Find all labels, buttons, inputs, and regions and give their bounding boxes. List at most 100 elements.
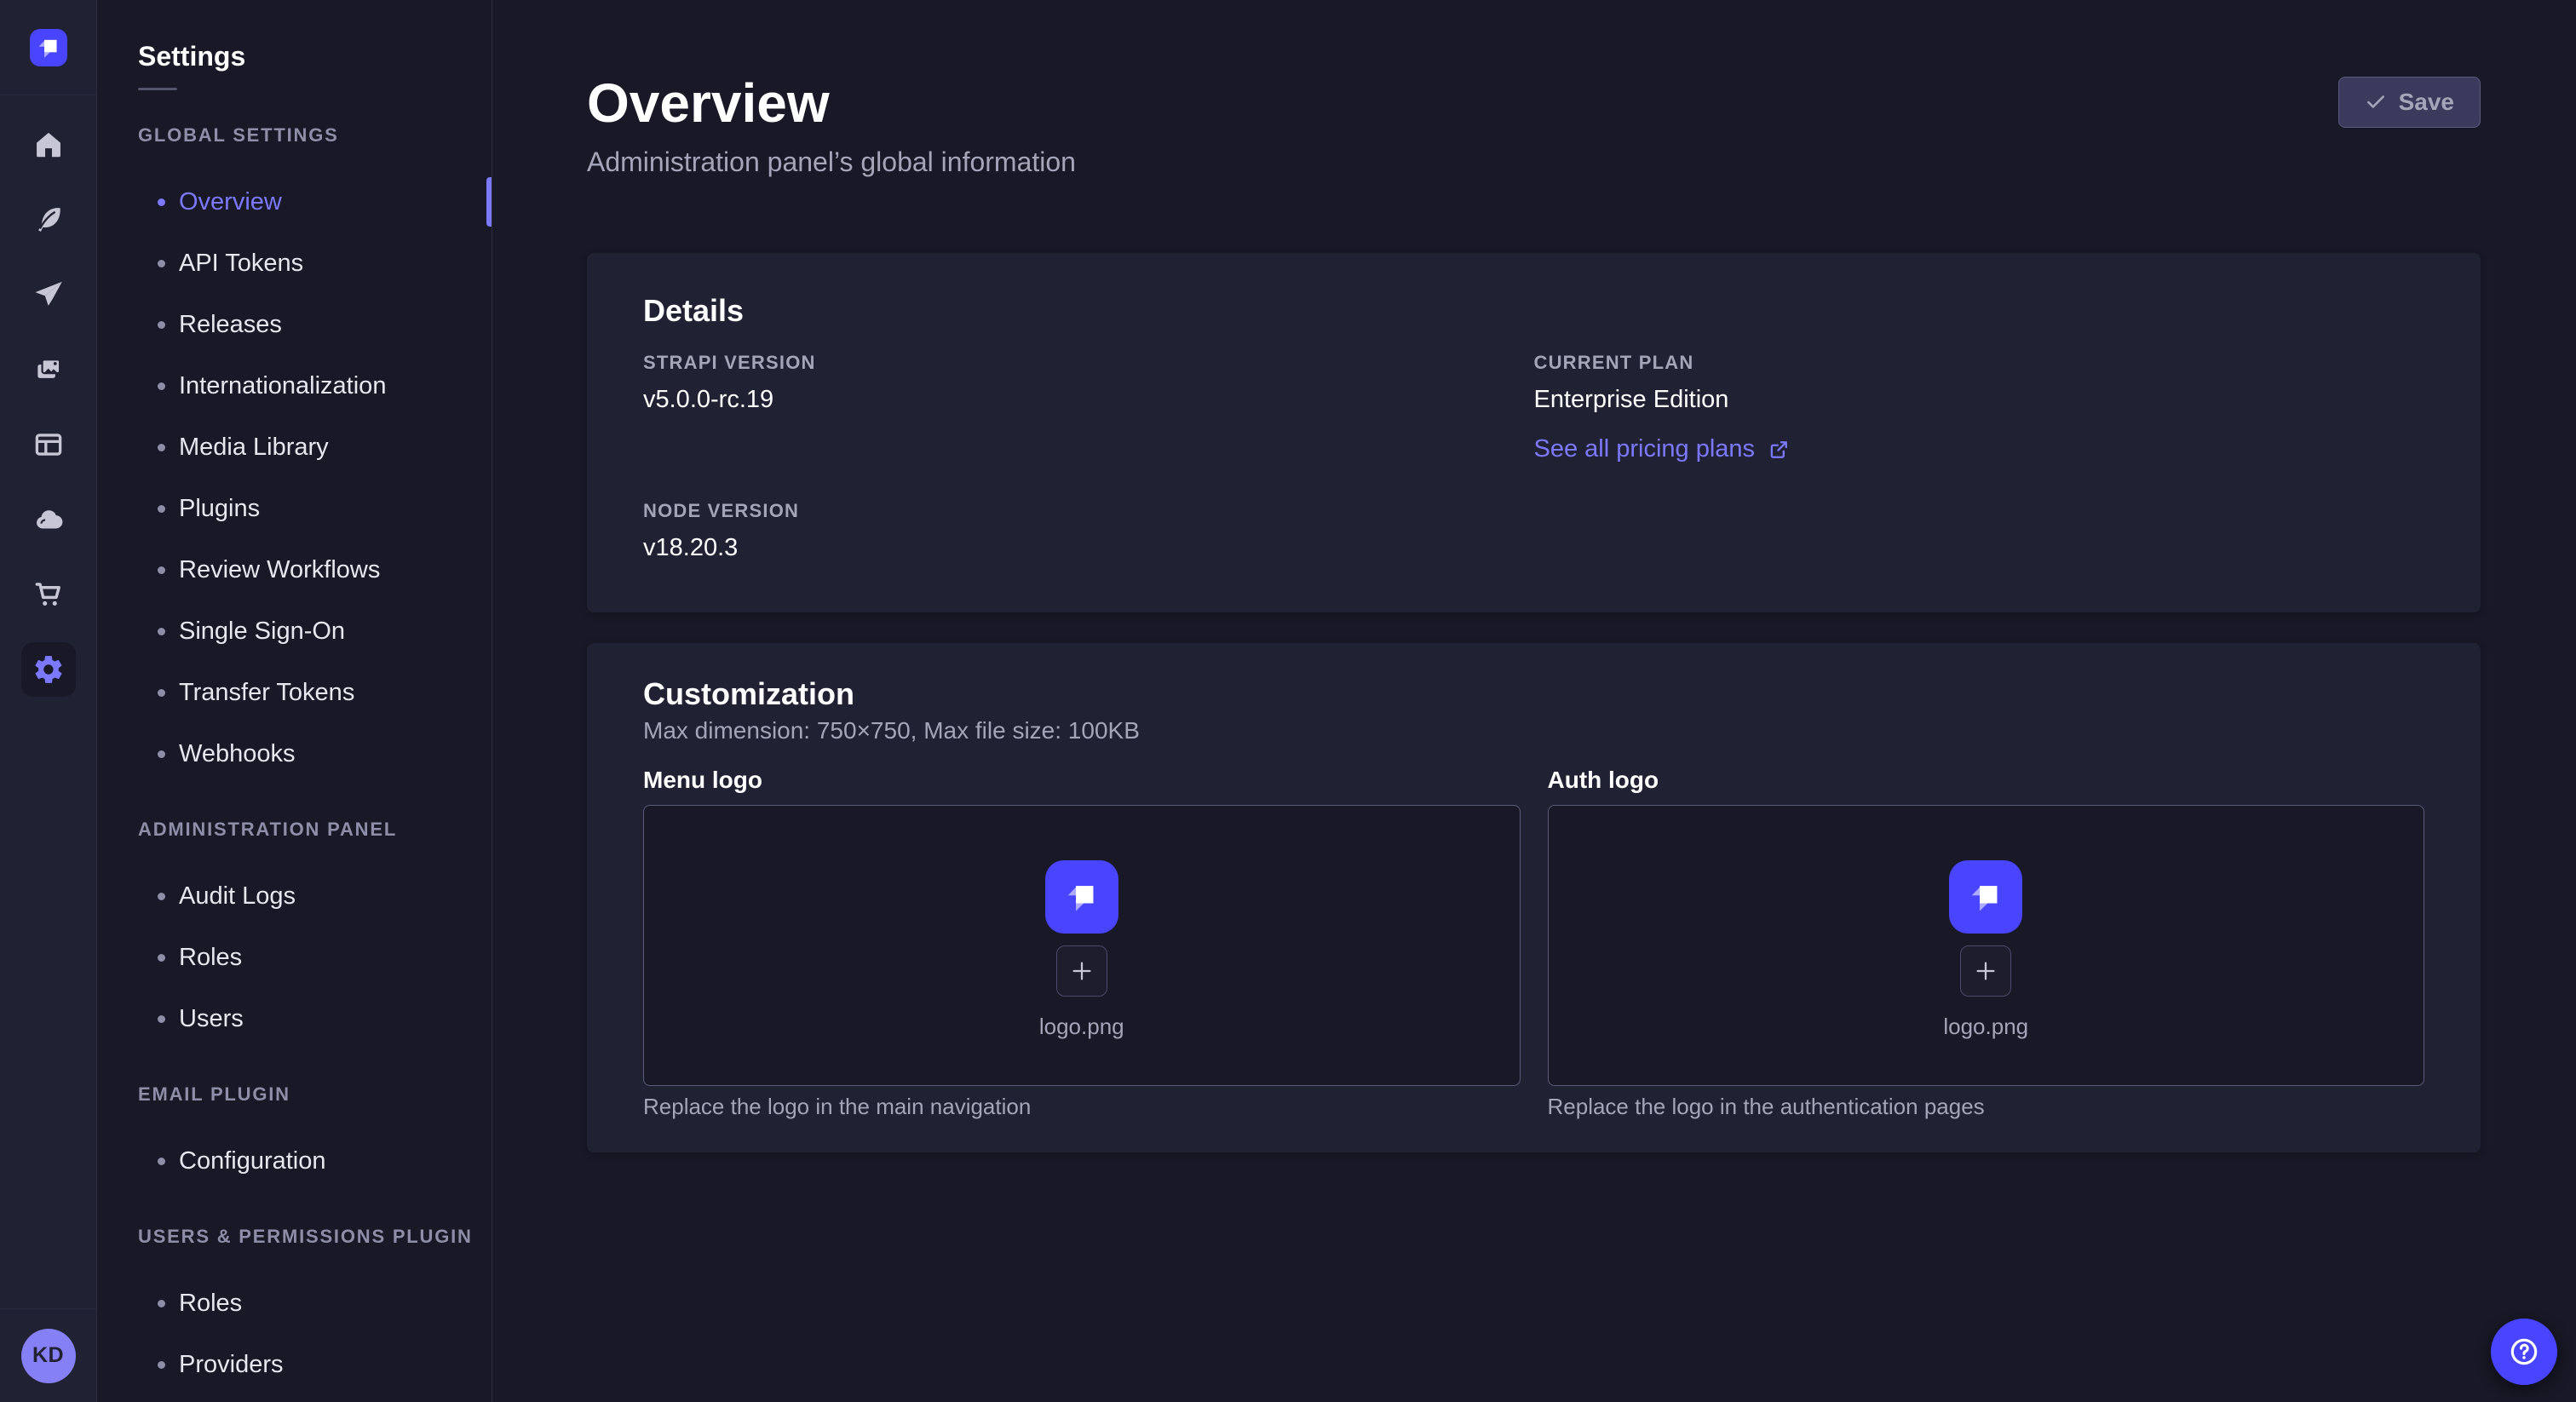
bullet-icon [158, 505, 165, 513]
rail-logo-section [0, 0, 96, 95]
cart-icon[interactable] [21, 567, 76, 622]
current-plan-label: CURRENT PLAN [1534, 352, 2425, 374]
sidebar-item-label: Media Library [179, 434, 329, 462]
sidebar-item-label: Roles [179, 944, 242, 972]
sidebar-item-single-sign-on[interactable]: Single Sign-On [97, 600, 492, 662]
auth-logo-upload-box[interactable]: logo.png [1548, 805, 2425, 1086]
feather-icon[interactable] [21, 192, 76, 247]
menu-logo-upload-box[interactable]: logo.png [643, 805, 1521, 1086]
section-heading-administration-panel: ADMINISTRATION PANEL [138, 819, 492, 841]
strapi-version-value: v5.0.0-rc.19 [643, 384, 1534, 415]
sidebar-list-administration-panel: Audit Logs Roles Users [97, 865, 492, 1049]
sidebar-item-up-roles[interactable]: Roles [97, 1273, 492, 1334]
sidebar-item-media-library[interactable]: Media Library [97, 417, 492, 478]
customization-card: Customization Max dimension: 750×750, Ma… [587, 643, 2481, 1152]
sidebar-title-divider [138, 88, 177, 90]
pricing-plans-link-label: See all pricing plans [1534, 435, 1756, 463]
bullet-icon [158, 260, 165, 267]
customization-card-subtitle: Max dimension: 750×750, Max file size: 1… [643, 716, 2424, 745]
details-grid: STRAPI VERSION v5.0.0-rc.19 NODE VERSION… [643, 352, 2424, 563]
strapi-version-label: STRAPI VERSION [643, 352, 1534, 374]
avatar[interactable]: KD [21, 1329, 76, 1383]
sidebar-title: Settings [138, 41, 492, 72]
sidebar-item-overview[interactable]: Overview [97, 171, 492, 233]
bullet-icon [158, 566, 165, 574]
sidebar-item-providers[interactable]: Providers [97, 1334, 492, 1395]
strapi-logo-icon [1045, 860, 1118, 934]
settings-sidebar: Settings GLOBAL SETTINGS Overview API To… [97, 0, 492, 1402]
sidebar-list-global-settings: Overview API Tokens Releases Internation… [97, 171, 492, 784]
sidebar-item-admin-roles[interactable]: Roles [97, 927, 492, 988]
current-plan-value: Enterprise Edition [1534, 384, 2425, 415]
sidebar-item-internationalization[interactable]: Internationalization [97, 355, 492, 417]
sidebar-item-label: Audit Logs [179, 882, 296, 911]
bullet-icon [158, 198, 165, 206]
auth-logo-filename: logo.png [1943, 1014, 2028, 1040]
strapi-version-field: STRAPI VERSION v5.0.0-rc.19 [643, 352, 1534, 415]
auth-logo-group: Auth logo logo.png Replace the logo in t… [1548, 766, 2425, 1120]
add-logo-button[interactable] [1960, 945, 2011, 997]
sidebar-item-transfer-tokens[interactable]: Transfer Tokens [97, 662, 492, 723]
save-button[interactable]: Save [2338, 77, 2481, 128]
bullet-icon [158, 1300, 165, 1307]
current-plan-field: CURRENT PLAN Enterprise Edition [1534, 352, 2425, 415]
section-heading-email-plugin: EMAIL PLUGIN [138, 1083, 492, 1106]
section-heading-users-permissions-plugin: USERS & PERMISSIONS PLUGIN [138, 1226, 492, 1248]
sidebar-item-label: Providers [179, 1351, 284, 1379]
bullet-icon [158, 444, 165, 451]
menu-logo-filename: logo.png [1039, 1014, 1124, 1040]
help-button[interactable] [2491, 1319, 2557, 1385]
strapi-logo-icon[interactable] [30, 29, 67, 66]
bullet-icon [158, 382, 165, 390]
node-version-field: NODE VERSION v18.20.3 [643, 500, 1534, 563]
sidebar-list-users-permissions-plugin: Roles Providers [97, 1273, 492, 1395]
sidebar-item-label: Transfer Tokens [179, 679, 354, 707]
check-icon [2365, 91, 2387, 113]
node-version-value: v18.20.3 [643, 532, 1534, 563]
sidebar-item-plugins[interactable]: Plugins [97, 478, 492, 539]
sidebar-item-audit-logs[interactable]: Audit Logs [97, 865, 492, 927]
sidebar-item-configuration[interactable]: Configuration [97, 1130, 492, 1192]
bullet-icon [158, 321, 165, 329]
sidebar-item-users[interactable]: Users [97, 988, 492, 1049]
media-library-icon[interactable] [21, 342, 76, 397]
page-subtitle: Administration panel’s global informatio… [587, 147, 1076, 178]
pricing-plans-link[interactable]: See all pricing plans [1534, 435, 1791, 463]
icon-rail: KD [0, 0, 97, 1402]
strapi-logo-icon [1949, 860, 2022, 934]
home-icon[interactable] [21, 118, 76, 172]
bullet-icon [158, 689, 165, 697]
sidebar-item-label: Roles [179, 1290, 242, 1318]
bullet-icon [158, 893, 165, 900]
main-body: Details STRAPI VERSION v5.0.0-rc.19 NODE… [493, 253, 2576, 1152]
sidebar-item-label: Releases [179, 311, 282, 339]
add-logo-button[interactable] [1056, 945, 1107, 997]
paper-plane-icon[interactable] [21, 267, 76, 322]
sidebar-item-webhooks[interactable]: Webhooks [97, 723, 492, 784]
sidebar-item-label: Single Sign-On [179, 618, 345, 646]
sidebar-item-review-workflows[interactable]: Review Workflows [97, 539, 492, 600]
sidebar-item-api-tokens[interactable]: API Tokens [97, 233, 492, 294]
save-button-label: Save [2399, 89, 2454, 116]
details-card: Details STRAPI VERSION v5.0.0-rc.19 NODE… [587, 253, 2481, 612]
sidebar-item-label: Configuration [179, 1147, 326, 1175]
bullet-icon [158, 1015, 165, 1023]
node-version-label: NODE VERSION [643, 500, 1534, 522]
sidebar-item-label: Users [179, 1005, 244, 1033]
sidebar-item-releases[interactable]: Releases [97, 294, 492, 355]
menu-logo-hint: Replace the logo in the main navigation [643, 1093, 1521, 1120]
details-card-title: Details [643, 292, 2424, 330]
gear-icon[interactable] [21, 642, 76, 697]
bullet-icon [158, 1158, 165, 1165]
page-header-text: Overview Administration panel’s global i… [587, 72, 1076, 178]
section-heading-global-settings: GLOBAL SETTINGS [138, 124, 492, 147]
bullet-icon [158, 750, 165, 758]
main-content: Overview Administration panel’s global i… [493, 0, 2576, 1402]
cloud-icon[interactable] [21, 492, 76, 547]
external-link-icon [1767, 438, 1791, 462]
upload-grid: Menu logo logo.png Replace the logo in t… [643, 766, 2424, 1120]
layout-icon[interactable] [21, 417, 76, 472]
question-icon [2507, 1335, 2541, 1369]
sidebar-item-label: Review Workflows [179, 556, 380, 584]
details-column-right: CURRENT PLAN Enterprise Edition See all … [1534, 352, 2425, 563]
